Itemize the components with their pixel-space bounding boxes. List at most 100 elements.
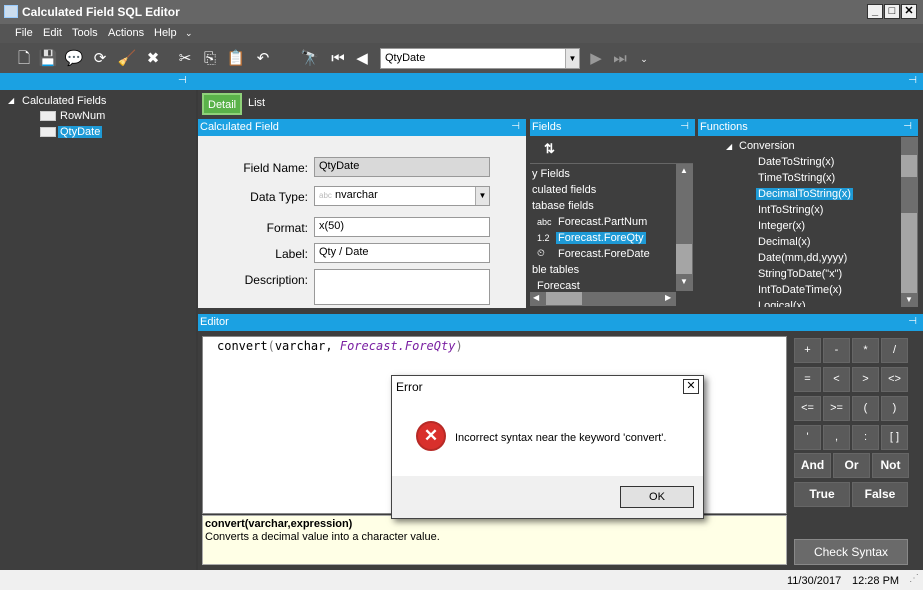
function-item[interactable]: Date(mm,dd,yyyy) (758, 252, 847, 264)
fields-horizontal-scrollbar[interactable]: ◀ ▶ (530, 292, 676, 306)
field-foreqty[interactable]: Forecast.ForeQty (556, 232, 646, 244)
function-item[interactable]: Decimal(x) (758, 236, 811, 248)
first-record-icon[interactable]: ⏮ (328, 49, 348, 69)
data-type-select[interactable]: abc nvarchar ▼ (314, 186, 490, 206)
last-record-icon[interactable]: ⏭ (610, 49, 630, 69)
copy-icon[interactable]: ⎘ (200, 49, 220, 69)
fields-vertical-scrollbar[interactable]: ▲ ▼ (676, 164, 693, 291)
key-not-equal[interactable]: <> (881, 367, 908, 392)
refresh-icon[interactable]: ⟳ (90, 49, 110, 69)
save-icon[interactable]: 💾 (38, 49, 58, 69)
fields-item[interactable]: y Fields (532, 168, 570, 180)
function-item[interactable]: IntToString(x) (758, 204, 823, 216)
pin-icon[interactable]: ⊣ (511, 121, 520, 132)
key-minus[interactable]: - (823, 338, 850, 363)
fields-item[interactable]: ble tables (532, 264, 579, 276)
scroll-left-icon[interactable]: ◀ (533, 293, 539, 302)
pin-icon[interactable]: ⊣ (908, 75, 917, 86)
sort-az-icon[interactable]: ⇅ (544, 141, 555, 157)
fields-item[interactable]: tabase fields (532, 200, 594, 212)
key-plus[interactable]: + (794, 338, 821, 363)
menu-tools[interactable]: Tools (72, 27, 98, 39)
function-item[interactable]: StringToDate("x") (758, 268, 842, 280)
collapse-icon[interactable]: ◢ (726, 142, 732, 151)
close-button[interactable]: ✕ (901, 4, 917, 19)
key-brackets[interactable]: [ ] (881, 425, 908, 450)
function-item[interactable]: IntToDateTime(x) (758, 284, 842, 296)
key-colon[interactable]: : (852, 425, 879, 450)
key-greater-equal[interactable]: >= (823, 396, 850, 421)
field-partnum[interactable]: Forecast.PartNum (558, 216, 647, 228)
function-item[interactable]: Integer(x) (758, 220, 805, 232)
scroll-thumb[interactable] (901, 155, 917, 177)
check-syntax-button[interactable]: Check Syntax (794, 539, 908, 565)
key-quote[interactable]: ' (794, 425, 821, 450)
key-multiply[interactable]: * (852, 338, 879, 363)
key-divide[interactable]: / (881, 338, 908, 363)
chevron-down-icon[interactable]: ▼ (475, 187, 489, 205)
tab-detail[interactable]: Detail (202, 93, 243, 115)
function-item[interactable]: TimeToString(x) (758, 172, 835, 184)
key-less-equal[interactable]: <= (794, 396, 821, 421)
tree-root[interactable]: Calculated Fields (22, 95, 106, 107)
field-foredate[interactable]: Forecast.ForeDate (558, 248, 650, 260)
pin-icon[interactable]: ⊣ (178, 75, 187, 86)
comment-icon[interactable]: 💬 (64, 49, 84, 69)
key-close-paren[interactable]: ) (881, 396, 908, 421)
minimize-button[interactable]: _ (867, 4, 883, 19)
key-open-paren[interactable]: ( (852, 396, 879, 421)
tree-item-rownum[interactable]: RowNum (60, 110, 105, 122)
collapse-icon[interactable]: ◢ (8, 96, 14, 105)
function-group[interactable]: Conversion (739, 140, 795, 152)
next-record-icon[interactable]: ▶ (586, 49, 606, 69)
fields-item[interactable]: culated fields (532, 184, 596, 196)
ok-button[interactable]: OK (620, 486, 694, 508)
record-selector[interactable]: QtyDate ▼ (380, 48, 580, 69)
new-icon[interactable]: 🗋 (14, 49, 34, 69)
undo-icon[interactable]: ↶ (253, 49, 273, 69)
resize-grip-icon[interactable]: ⋰ (909, 573, 919, 584)
chevron-down-icon[interactable]: ▼ (565, 49, 579, 68)
menu-edit[interactable]: Edit (43, 27, 62, 39)
toolbar-overflow-icon[interactable]: ⌄ (634, 49, 654, 69)
delete-icon[interactable]: ✖ (143, 49, 163, 69)
pin-icon[interactable]: ⊣ (903, 121, 912, 132)
key-and[interactable]: And (794, 453, 831, 478)
tab-list[interactable]: List (244, 93, 270, 115)
functions-scrollbar[interactable]: ▼ (901, 137, 918, 307)
key-equals[interactable]: = (794, 367, 821, 392)
search-icon[interactable]: 🔭 (300, 49, 320, 69)
menu-overflow-icon[interactable]: ⌄ (185, 28, 193, 39)
scroll-thumb[interactable] (676, 244, 692, 274)
description-input[interactable] (314, 269, 490, 305)
function-item[interactable]: DateToString(x) (758, 156, 834, 168)
function-item-selected[interactable]: DecimalToString(x) (756, 188, 853, 200)
clear-icon[interactable]: 🧹 (117, 49, 137, 69)
cut-icon[interactable]: ✂ (175, 49, 195, 69)
key-comma[interactable]: , (823, 425, 850, 450)
key-false[interactable]: False (852, 482, 908, 507)
dialog-close-icon[interactable]: ✕ (683, 379, 699, 394)
format-input[interactable]: x(50) (314, 217, 490, 237)
previous-record-icon[interactable]: ◀ (352, 49, 372, 69)
function-item[interactable]: Logical(x) (758, 300, 806, 307)
key-or[interactable]: Or (833, 453, 870, 478)
pin-icon[interactable]: ⊣ (908, 316, 917, 327)
paste-icon[interactable]: 📋 (226, 49, 246, 69)
menu-help[interactable]: Help (154, 27, 177, 39)
tree-item-qtydate[interactable]: QtyDate (58, 126, 103, 138)
key-true[interactable]: True (794, 482, 850, 507)
field-name-input[interactable]: QtyDate (314, 157, 490, 177)
scroll-thumb[interactable] (546, 292, 582, 305)
pin-icon[interactable]: ⊣ (680, 121, 689, 132)
key-greater[interactable]: > (852, 367, 879, 392)
scroll-right-icon[interactable]: ▶ (665, 293, 671, 302)
maximize-button[interactable]: □ (884, 4, 900, 19)
key-less[interactable]: < (823, 367, 850, 392)
key-not[interactable]: Not (872, 453, 909, 478)
menu-actions[interactable]: Actions (108, 27, 144, 39)
scroll-thumb[interactable] (901, 213, 917, 293)
label-input[interactable]: Qty / Date (314, 243, 490, 263)
scroll-up-icon[interactable]: ▲ (680, 166, 688, 175)
scroll-down-icon[interactable]: ▼ (905, 295, 913, 304)
